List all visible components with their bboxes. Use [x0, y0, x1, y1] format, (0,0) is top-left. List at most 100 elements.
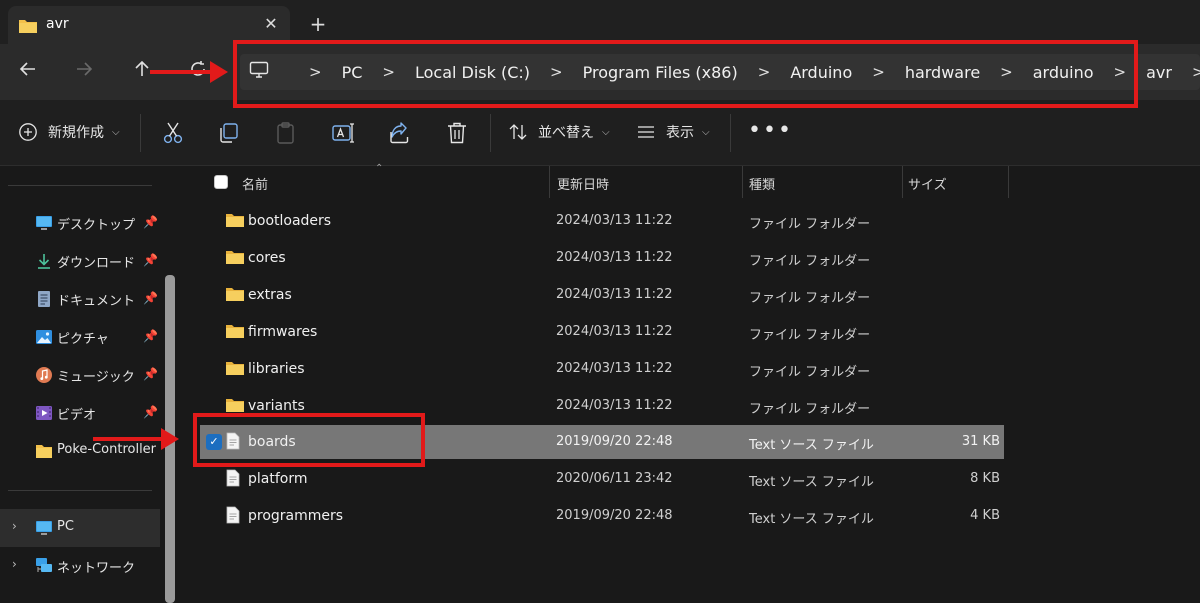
folder-icon: [226, 399, 244, 412]
pin-icon[interactable]: 📌: [143, 291, 158, 305]
sidebar-item-downloads[interactable]: ダウンロード 📌: [0, 242, 160, 280]
network-icon: [36, 558, 52, 572]
table-row[interactable]: firmwares 2024/03/13 11:22 ファイル フォルダー: [200, 315, 1004, 349]
column-divider[interactable]: [1008, 166, 1009, 198]
breadcrumb-item-avr[interactable]: avr: [1146, 63, 1172, 82]
folder-icon: [36, 445, 52, 458]
column-modified[interactable]: 更新日時: [557, 174, 609, 193]
column-divider[interactable]: [902, 166, 903, 198]
file-type: Text ソース ファイル: [749, 438, 874, 453]
table-row[interactable]: platform 2020/06/11 23:42 Text ソース ファイル …: [200, 462, 1004, 496]
column-type[interactable]: 種類: [749, 174, 775, 193]
table-row[interactable]: bootloaders 2024/03/13 11:22 ファイル フォルダー: [200, 204, 1004, 238]
table-row[interactable]: programmers 2019/09/20 22:48 Text ソース ファ…: [200, 499, 1004, 533]
chevron-right-icon[interactable]: ›: [12, 557, 17, 571]
chevron-down-icon: ⌵: [602, 126, 610, 138]
text-file-icon: [226, 506, 240, 524]
toolbar-divider: [140, 114, 141, 152]
column-divider[interactable]: [549, 166, 550, 198]
file-modified: 2024/03/13 11:22: [556, 287, 673, 302]
back-arrow-icon[interactable]: [14, 58, 42, 86]
tab-title: avr: [46, 16, 69, 32]
file-modified: 2019/09/20 22:48: [556, 508, 673, 523]
new-tab-button[interactable]: +: [302, 10, 334, 40]
copy-icon[interactable]: [216, 120, 242, 146]
view-button[interactable]: 表示 ⌵: [636, 122, 710, 142]
file-type: ファイル フォルダー: [749, 365, 871, 380]
pin-icon[interactable]: 📌: [143, 253, 158, 267]
toolbar-divider: [730, 114, 731, 152]
file-list: ⌃ 名前 更新日時 種類 サイズ bootloaders 2024/03/13 …: [184, 163, 1200, 603]
table-row[interactable]: cores 2024/03/13 11:22 ファイル フォルダー: [200, 241, 1004, 275]
tab-bar: avr ✕ +: [0, 0, 1200, 44]
file-modified: 2024/03/13 11:22: [556, 398, 673, 413]
select-all-checkbox[interactable]: [214, 175, 228, 189]
documents-icon: [38, 291, 50, 307]
table-row[interactable]: extras 2024/03/13 11:22 ファイル フォルダー: [200, 278, 1004, 312]
file-size: 31 KB: [961, 434, 1000, 449]
new-button[interactable]: 新規作成 ⌵: [18, 122, 120, 142]
file-name: platform: [248, 471, 308, 487]
chevron-down-icon: ⌵: [702, 126, 710, 138]
sort-label: 並べ替え: [538, 125, 594, 141]
folder-icon: [19, 20, 37, 33]
file-type: ファイル フォルダー: [749, 254, 871, 269]
sidebar-item-pc[interactable]: › PC: [0, 509, 160, 547]
folder-icon: [226, 325, 244, 338]
folder-icon: [226, 362, 244, 375]
file-name: bootloaders: [248, 213, 332, 229]
pin-icon[interactable]: 📌: [143, 215, 158, 229]
plus-circle-icon: [19, 123, 37, 141]
sidebar-divider: [8, 490, 152, 491]
sort-button[interactable]: 並べ替え ⌵: [508, 122, 610, 142]
rename-icon[interactable]: [330, 120, 356, 146]
column-divider[interactable]: [742, 166, 743, 198]
share-icon[interactable]: [387, 120, 413, 146]
more-options-button[interactable]: •••: [748, 118, 793, 143]
arrow-annotation-boards: [93, 428, 179, 450]
sidebar-item-network[interactable]: › ネットワーク: [0, 547, 160, 585]
table-row[interactable]: libraries 2024/03/13 11:22 ファイル フォルダー: [200, 352, 1004, 386]
new-button-label: 新規作成: [48, 125, 104, 141]
breadcrumb-separator[interactable]: >: [1172, 63, 1200, 81]
pictures-icon: [36, 330, 52, 344]
folder-icon: [226, 251, 244, 264]
file-size: 4 KB: [970, 508, 1000, 523]
cut-icon[interactable]: [160, 120, 186, 146]
pc-icon: [36, 521, 52, 535]
sidebar-item-videos[interactable]: ビデオ 📌: [0, 394, 160, 432]
pin-icon[interactable]: 📌: [143, 367, 158, 381]
file-type: ファイル フォルダー: [749, 217, 871, 232]
download-icon: [38, 254, 50, 269]
chevron-right-icon[interactable]: ›: [12, 519, 17, 533]
sidebar-item-desktop[interactable]: デスクトップ 📌: [0, 204, 160, 242]
file-name: firmwares: [248, 324, 318, 340]
forward-arrow-icon[interactable]: [70, 58, 98, 86]
music-icon: [36, 367, 52, 383]
text-file-icon: [226, 469, 240, 487]
file-modified: 2024/03/13 11:22: [556, 361, 673, 376]
column-size[interactable]: サイズ: [908, 174, 947, 193]
navigation-pane: デスクトップ 📌 ダウンロード 📌 ドキュメント 📌 ピクチャ 📌 ミュージック…: [0, 166, 184, 603]
column-name[interactable]: 名前: [242, 174, 268, 193]
desktop-icon: [36, 216, 52, 230]
pin-icon[interactable]: 📌: [143, 405, 158, 419]
sidebar-item-pictures[interactable]: ピクチャ 📌: [0, 318, 160, 356]
boards-file-highlight: [193, 413, 425, 467]
file-modified: 2024/03/13 11:22: [556, 324, 673, 339]
chevron-down-icon: ⌵: [112, 126, 120, 138]
file-modified: 2020/06/11 23:42: [556, 471, 673, 486]
pin-icon[interactable]: 📌: [143, 329, 158, 343]
file-modified: 2024/03/13 11:22: [556, 250, 673, 265]
close-tab-icon[interactable]: ✕: [258, 12, 284, 36]
sidebar-item-music[interactable]: ミュージック 📌: [0, 356, 160, 394]
tab-avr[interactable]: avr ✕: [8, 6, 290, 44]
file-type: ファイル フォルダー: [749, 291, 871, 306]
file-type: ファイル フォルダー: [749, 328, 871, 343]
paste-icon[interactable]: [273, 120, 299, 146]
delete-icon[interactable]: [444, 120, 470, 146]
sort-ascending-icon: ⌃: [375, 163, 384, 174]
sidebar-item-documents[interactable]: ドキュメント 📌: [0, 280, 160, 318]
file-name: cores: [248, 250, 286, 266]
file-name: libraries: [248, 361, 305, 377]
